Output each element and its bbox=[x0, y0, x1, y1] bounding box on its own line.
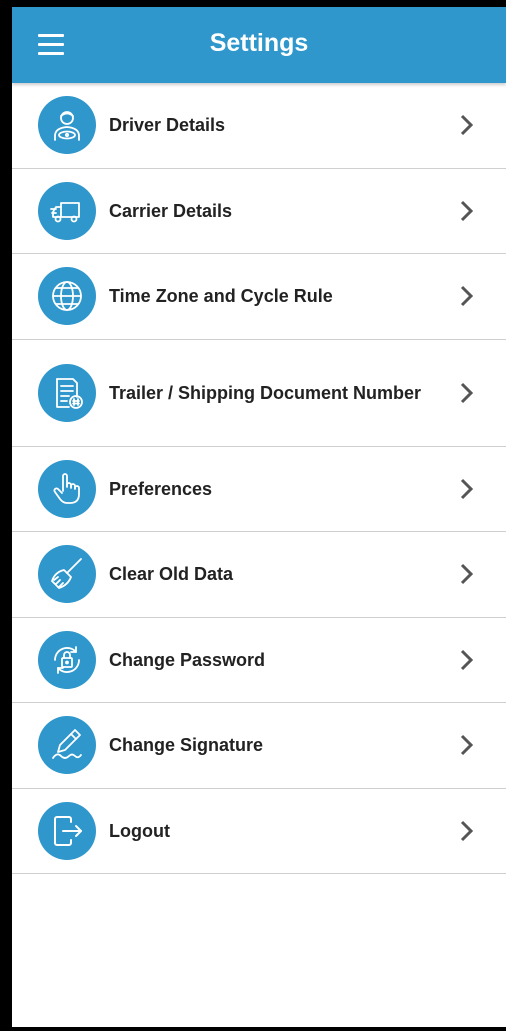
settings-item-label: Driver Details bbox=[109, 115, 226, 136]
broom-icon bbox=[38, 545, 96, 604]
chevron-right-icon bbox=[460, 382, 474, 403]
chevron-right-icon bbox=[460, 478, 474, 499]
settings-item-label: Clear Old Data bbox=[109, 564, 234, 585]
lock-refresh-icon bbox=[38, 630, 96, 689]
document-icon bbox=[38, 363, 96, 422]
settings-item-clear-old-data[interactable]: Clear Old Data bbox=[12, 532, 506, 618]
settings-item-label: Change Password bbox=[109, 649, 266, 670]
screen: Settings Driver Details Carrier Details … bbox=[0, 0, 506, 1031]
settings-item-label: Carrier Details bbox=[109, 200, 233, 221]
globe-icon bbox=[38, 267, 96, 326]
settings-item-carrier-details[interactable]: Carrier Details bbox=[12, 169, 506, 254]
settings-item-preferences[interactable]: Preferences bbox=[12, 447, 506, 532]
settings-item-label: Logout bbox=[109, 820, 170, 841]
settings-item-time-zone[interactable]: Time Zone and Cycle Rule bbox=[12, 254, 506, 340]
settings-item-label: Change Signature bbox=[109, 735, 264, 756]
settings-item-trailer-shipping[interactable]: Trailer / Shipping Document Number bbox=[12, 340, 506, 447]
chevron-right-icon bbox=[460, 735, 474, 756]
chevron-right-icon bbox=[460, 115, 474, 136]
settings-item-label: Time Zone and Cycle Rule bbox=[109, 286, 333, 307]
app-bar: Settings bbox=[12, 7, 506, 83]
settings-item-label: Preferences bbox=[109, 478, 213, 499]
settings-item-label: Trailer / Shipping Document Number bbox=[109, 382, 422, 403]
settings-item-change-password[interactable]: Change Password bbox=[12, 618, 506, 703]
chevron-right-icon bbox=[460, 649, 474, 670]
page-title: Settings bbox=[209, 29, 309, 57]
logout-icon bbox=[38, 801, 96, 860]
truck-icon bbox=[38, 181, 96, 240]
signature-pen-icon bbox=[38, 716, 96, 775]
chevron-right-icon bbox=[460, 564, 474, 585]
chevron-right-icon bbox=[460, 820, 474, 841]
settings-list: Driver Details Carrier Details Time Zone… bbox=[12, 83, 506, 874]
settings-item-logout[interactable]: Logout bbox=[12, 789, 506, 874]
settings-item-driver-details[interactable]: Driver Details bbox=[12, 83, 506, 169]
hand-pointer-icon bbox=[38, 459, 96, 518]
driver-icon bbox=[38, 96, 96, 155]
chevron-right-icon bbox=[460, 286, 474, 307]
chevron-right-icon bbox=[460, 200, 474, 221]
settings-item-change-signature[interactable]: Change Signature bbox=[12, 703, 506, 789]
